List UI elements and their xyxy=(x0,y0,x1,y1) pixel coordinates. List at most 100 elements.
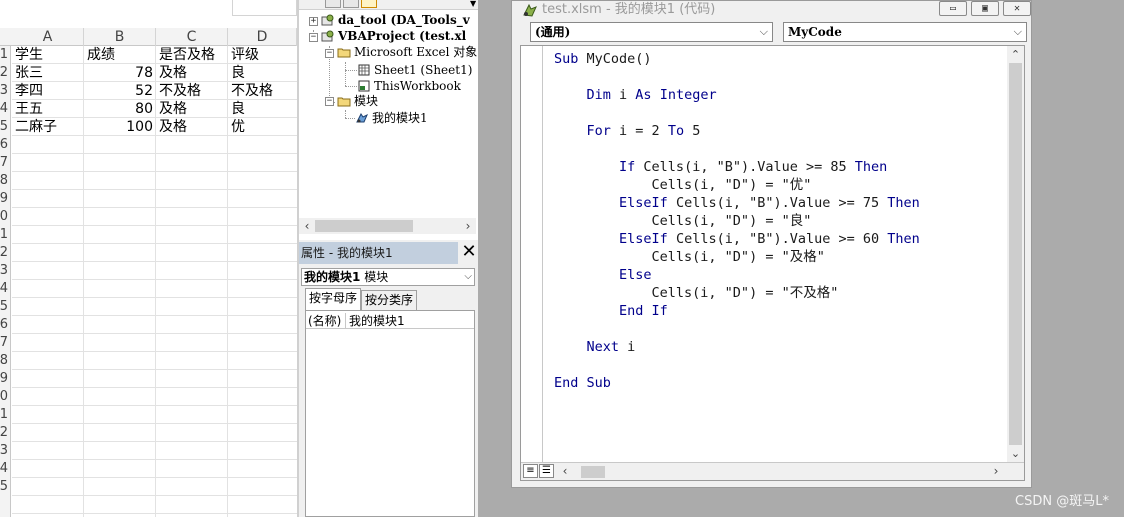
row-header[interactable]: 11 xyxy=(0,226,8,244)
table-cell[interactable]: 优 xyxy=(228,118,297,136)
scroll-up-icon[interactable]: ⌃ xyxy=(1007,46,1024,63)
row-header[interactable]: 2 xyxy=(0,64,8,82)
code-line[interactable]: Cells(i, "D") = "不及格" xyxy=(554,284,839,302)
scroll-left-icon[interactable]: ‹ xyxy=(299,218,315,234)
row-header[interactable]: 14 xyxy=(0,280,8,298)
cell-grid[interactable]: 学生 成绩 是否及格 评级 张三 78 及格良李四 52 不及格 不及格 王五 80 及格良二麻子 100… xyxy=(12,46,297,517)
table-cell[interactable]: 王五 xyxy=(12,100,84,118)
code-window-titlebar[interactable]: test.xlsm - 我的模块1 (代码) ▭ ▣ ✕ xyxy=(512,1,1031,19)
table-cell[interactable]: 52 xyxy=(84,82,156,100)
table-cell[interactable]: 80 xyxy=(84,100,156,118)
table-cell[interactable]: 良 xyxy=(228,64,297,82)
code-line[interactable]: Else xyxy=(554,266,652,284)
chevron-down-icon[interactable]: ⌵ xyxy=(760,23,768,41)
scroll-down-icon[interactable]: ▼ xyxy=(470,0,478,8)
minimize-icon[interactable]: ▭ xyxy=(939,1,967,16)
row-header[interactable]: 23 xyxy=(0,442,8,460)
restore-icon[interactable]: ▣ xyxy=(971,1,999,16)
tree-item-da-tool[interactable]: da_tool (DA_Tools_v xyxy=(321,12,470,28)
view-code-button[interactable] xyxy=(325,0,341,8)
tree-item-sheet1[interactable]: Sheet1 (Sheet1) xyxy=(357,62,472,78)
header-cell[interactable]: 学生 xyxy=(12,46,84,64)
view-object-button[interactable] xyxy=(343,0,359,8)
table-cell[interactable]: 及格 xyxy=(156,100,228,118)
object-combo[interactable]: (通用) ⌵ xyxy=(530,22,773,42)
column-header[interactable]: A xyxy=(12,28,84,46)
close-icon[interactable]: ✕ xyxy=(1003,1,1031,16)
code-line[interactable]: End Sub xyxy=(554,374,611,392)
scroll-left-icon[interactable]: ‹ xyxy=(557,463,573,480)
row-header[interactable]: 21 xyxy=(0,406,8,424)
scroll-right-icon[interactable]: › xyxy=(988,463,1004,480)
tree-item-vbaproject[interactable]: VBAProject (test.xl xyxy=(321,28,466,44)
row-header[interactable]: 13 xyxy=(0,262,8,280)
tree-item-modules[interactable]: 模块 xyxy=(337,93,378,109)
collapse-toggle[interactable]: − xyxy=(325,97,334,106)
tree-item-excel-objects[interactable]: Microsoft Excel 对象 xyxy=(337,44,477,60)
code-line[interactable]: Next i xyxy=(554,338,636,356)
row-header[interactable]: 22 xyxy=(0,424,8,442)
code-lines[interactable]: Sub MyCode() Dim i As Integer For i = 2 … xyxy=(554,50,1014,460)
property-value[interactable]: 我的模块1 xyxy=(349,313,405,329)
scroll-thumb[interactable] xyxy=(581,466,605,478)
header-cell[interactable]: 是否及格 xyxy=(156,46,228,64)
row-header[interactable]: 25 xyxy=(0,478,8,496)
chevron-down-icon[interactable]: ⌵ xyxy=(464,269,472,285)
table-cell[interactable]: 100 xyxy=(84,118,156,136)
toggle-folders-button[interactable] xyxy=(361,0,377,8)
row-header[interactable]: 1 xyxy=(0,46,8,64)
tree-item-thisworkbook[interactable]: ThisWorkbook xyxy=(357,78,461,94)
object-selector[interactable]: 我的模块1 模块 ⌵ xyxy=(301,268,475,286)
scroll-thumb[interactable] xyxy=(1009,63,1022,445)
project-horizontal-scrollbar[interactable]: ‹ › xyxy=(299,218,476,234)
code-line[interactable]: If Cells(i, "B").Value >= 85 Then xyxy=(554,158,887,176)
procedure-combo[interactable]: MyCode ⌵ xyxy=(783,22,1027,42)
row-header[interactable]: 19 xyxy=(0,370,8,388)
row-header[interactable]: 9 xyxy=(0,190,8,208)
row-header[interactable]: 4 xyxy=(0,100,8,118)
code-line[interactable]: ElseIf Cells(i, "B").Value >= 60 Then xyxy=(554,230,920,248)
full-module-view-icon[interactable]: ☰ xyxy=(539,464,554,478)
table-cell[interactable]: 不及格 xyxy=(156,82,228,100)
code-line[interactable]: ElseIf Cells(i, "B").Value >= 75 Then xyxy=(554,194,920,212)
row-header[interactable]: 16 xyxy=(0,316,8,334)
tab-categorized[interactable]: 按分类序 xyxy=(361,290,418,310)
code-line[interactable]: Cells(i, "D") = "优" xyxy=(554,176,812,194)
code-margin[interactable] xyxy=(521,46,543,462)
tab-alphabetic[interactable]: 按字母序 xyxy=(305,288,362,310)
collapse-toggle[interactable]: − xyxy=(325,49,334,58)
row-header[interactable]: 20 xyxy=(0,388,8,406)
row-header[interactable]: 7 xyxy=(0,154,8,172)
table-cell[interactable]: 良 xyxy=(228,100,297,118)
table-cell[interactable]: 张三 xyxy=(12,64,84,82)
row-header[interactable]: 15 xyxy=(0,298,8,316)
code-vertical-scrollbar[interactable]: ⌃ ⌄ xyxy=(1007,46,1024,462)
code-line[interactable]: End If xyxy=(554,302,668,320)
table-cell[interactable]: 及格 xyxy=(156,118,228,136)
chevron-down-icon[interactable]: ⌵ xyxy=(1014,23,1022,41)
code-line[interactable]: Cells(i, "D") = "及格" xyxy=(554,248,825,266)
table-cell[interactable]: 李四 xyxy=(12,82,84,100)
row-header[interactable]: 17 xyxy=(0,334,8,352)
row-header[interactable]: 12 xyxy=(0,244,8,262)
code-line[interactable]: Dim i As Integer xyxy=(554,86,717,104)
code-line[interactable]: Cells(i, "D") = "良" xyxy=(554,212,812,230)
formula-input[interactable] xyxy=(232,0,297,16)
scroll-thumb[interactable] xyxy=(315,220,413,232)
row-header[interactable]: 10 xyxy=(0,208,8,226)
scroll-right-icon[interactable]: › xyxy=(460,218,476,234)
column-header[interactable]: B xyxy=(84,28,156,46)
table-cell[interactable]: 及格 xyxy=(156,64,228,82)
row-header[interactable]: 6 xyxy=(0,136,8,154)
row-header[interactable]: 24 xyxy=(0,460,8,478)
close-icon[interactable]: ✕ xyxy=(460,243,478,261)
procedure-view-icon[interactable]: ≡ xyxy=(523,464,538,478)
header-cell[interactable]: 成绩 xyxy=(84,46,156,64)
row-header[interactable]: 8 xyxy=(0,172,8,190)
code-editor[interactable]: Sub MyCode() Dim i As Integer For i = 2 … xyxy=(520,45,1025,481)
column-header[interactable]: C xyxy=(156,28,228,46)
tree-item-module1[interactable]: 我的模块1 xyxy=(355,110,428,126)
collapse-toggle[interactable]: − xyxy=(309,33,318,42)
row-header[interactable]: 18 xyxy=(0,352,8,370)
code-line[interactable]: Sub MyCode() xyxy=(554,50,652,68)
